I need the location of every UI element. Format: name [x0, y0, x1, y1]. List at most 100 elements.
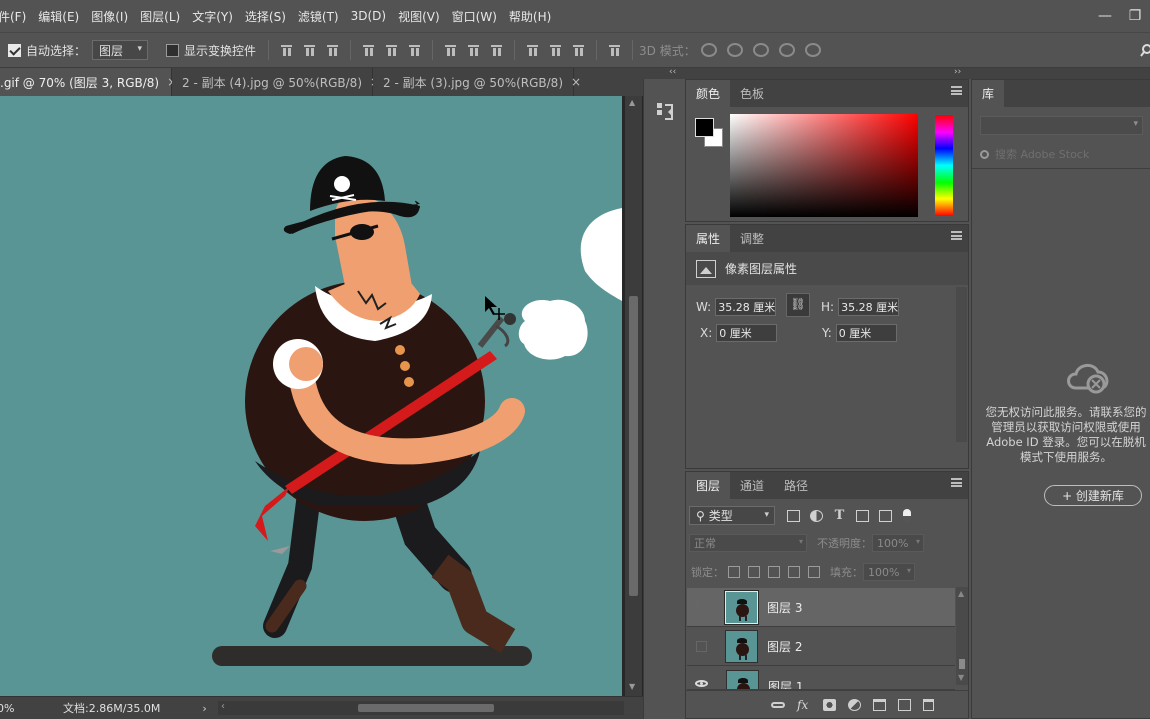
x-field[interactable]: 0 厘米 [716, 324, 778, 342]
document-canvas[interactable] [0, 96, 622, 696]
filter-toggle-icon[interactable] [903, 508, 911, 523]
menu-view[interactable]: 视图(V) [392, 8, 446, 25]
menu-file[interactable]: 件(F) [0, 8, 32, 25]
filter-adjustment-icon[interactable] [810, 509, 823, 522]
orbit-3d-icon[interactable] [700, 43, 717, 57]
minimize-button[interactable]: — [1090, 8, 1120, 24]
add-mask-icon[interactable] [823, 698, 836, 711]
doc-tab-active[interactable]: .gif @ 70% (图层 3, RGB/8) × [0, 68, 177, 96]
distribute-left-icon[interactable] [526, 44, 539, 57]
align-left-icon[interactable] [362, 44, 375, 57]
tab-paths[interactable]: 路径 [774, 472, 818, 499]
tab-channels[interactable]: 通道 [730, 472, 774, 499]
pan-3d-icon[interactable] [752, 43, 769, 57]
layer-name[interactable]: 图层 2 [767, 638, 802, 655]
slide-3d-icon[interactable] [778, 43, 795, 57]
horizontal-scrollbar[interactable]: ‹ [218, 701, 624, 715]
filter-smart-object-icon[interactable] [879, 509, 892, 522]
library-dropdown[interactable]: ▾ [980, 116, 1143, 135]
tab-layers[interactable]: 图层 [686, 472, 731, 499]
menu-edit[interactable]: 编辑(E) [32, 8, 85, 25]
tab-swatches[interactable]: 色板 [730, 80, 774, 107]
layer-name[interactable]: 图层 3 [767, 599, 802, 616]
doc-tab[interactable]: 2 - 副本 (4).jpg @ 50%(RGB/8) × [172, 68, 380, 96]
height-field[interactable]: 35.28 厘米 [838, 298, 900, 316]
tab-properties[interactable]: 属性 [686, 225, 731, 252]
foreground-color-swatch[interactable] [695, 118, 714, 137]
blend-mode-dropdown[interactable]: 正常 ▾ [689, 534, 807, 552]
filter-shape-icon[interactable] [856, 509, 869, 522]
lock-artboard-icon[interactable] [788, 566, 800, 578]
menu-filter[interactable]: 滤镜(T) [292, 8, 345, 25]
scroll-up-icon[interactable]: ▲ [629, 98, 635, 107]
width-field[interactable]: 35.28 厘米 [715, 298, 777, 316]
scroll-left-icon[interactable]: ‹ [221, 701, 225, 712]
lock-transparent-icon[interactable] [728, 566, 740, 578]
opacity-field[interactable]: 100% ▾ [872, 534, 924, 552]
create-library-button[interactable]: + 创建新库 [1044, 485, 1142, 506]
show-transform-checkbox[interactable] [166, 43, 180, 57]
adjustment-layer-icon[interactable] [848, 698, 861, 711]
filter-type-icon[interactable]: T [833, 509, 846, 522]
layer-filter-dropdown[interactable]: ⚲ 类型 ▾ [689, 506, 775, 525]
search-icon[interactable] [1140, 43, 1150, 57]
menu-image[interactable]: 图像(I) [85, 8, 134, 25]
distribute-vcenter-icon[interactable] [467, 44, 480, 57]
distribute-top-icon[interactable] [444, 44, 457, 57]
y-field[interactable]: 0 厘米 [835, 324, 897, 342]
distribute-hcenter-icon[interactable] [549, 44, 562, 57]
menu-3d[interactable]: 3D(D) [345, 9, 392, 23]
visibility-toggle[interactable] [696, 601, 707, 613]
visibility-toggle[interactable] [694, 676, 708, 689]
tab-library[interactable]: 库 [972, 80, 1005, 107]
fill-field[interactable]: 100% ▾ [863, 563, 915, 581]
scale-3d-icon[interactable] [804, 43, 821, 57]
auto-select-target-dropdown[interactable]: 图层 ▾ [92, 40, 149, 60]
panel-menu-icon[interactable] [951, 478, 962, 487]
distribute-right-icon[interactable] [572, 44, 585, 57]
layer-name[interactable]: 图层 1 [768, 678, 803, 689]
vertical-scrollbar[interactable]: ▲ ▼ [625, 96, 642, 696]
menu-select[interactable]: 选择(S) [239, 8, 292, 25]
align-bottom-icon[interactable] [326, 44, 339, 57]
scroll-up-icon[interactable]: ▲ [958, 589, 964, 598]
layer-row-layer2[interactable]: 图层 2 [687, 627, 955, 666]
properties-scrollbar[interactable] [956, 287, 967, 442]
zoom-level[interactable]: 0% [0, 702, 27, 715]
color-picker-field[interactable] [730, 114, 918, 217]
menu-help[interactable]: 帮助(H) [503, 8, 557, 25]
doc-tab[interactable]: 2 - 副本 (3).jpg @ 50%(RGB/8) × [373, 68, 581, 96]
folder-icon[interactable] [873, 698, 886, 711]
auto-select-checkbox[interactable] [8, 43, 21, 57]
scroll-thumb[interactable] [629, 296, 638, 596]
panel-menu-icon[interactable] [951, 231, 962, 240]
panel-menu-icon[interactable] [951, 86, 962, 95]
lock-image-icon[interactable] [748, 566, 760, 578]
scroll-down-icon[interactable]: ▼ [629, 682, 635, 691]
roll-3d-icon[interactable] [726, 43, 743, 57]
expand-right-icon[interactable]: ›› [954, 67, 961, 77]
collapse-left-icon[interactable]: ‹‹ [669, 67, 676, 77]
trash-icon[interactable] [923, 698, 934, 711]
distribute-bottom-icon[interactable] [490, 44, 503, 57]
auto-align-icon[interactable] [608, 44, 621, 57]
lock-all-icon[interactable] [808, 566, 820, 578]
close-icon[interactable]: × [571, 75, 581, 89]
restore-button[interactable]: ❐ [1120, 8, 1150, 24]
align-right-icon[interactable] [408, 44, 421, 57]
link-dimensions-button[interactable]: ⛓ [786, 293, 810, 317]
scroll-thumb[interactable] [959, 659, 965, 669]
align-vcenter-icon[interactable] [303, 44, 316, 57]
tab-adjustments[interactable]: 调整 [730, 225, 774, 252]
menu-window[interactable]: 窗口(W) [446, 8, 503, 25]
lock-position-icon[interactable] [768, 566, 780, 578]
scroll-thumb[interactable] [358, 704, 494, 712]
fx-icon[interactable]: fx [797, 699, 811, 711]
layer-row-layer3[interactable]: 图层 3 [687, 588, 955, 627]
filter-pixel-icon[interactable] [787, 509, 800, 522]
layers-scrollbar[interactable]: ▲ ▼ [956, 587, 968, 685]
history-icon[interactable] [656, 101, 676, 123]
tab-color[interactable]: 颜色 [686, 80, 731, 107]
hue-slider[interactable] [934, 114, 954, 217]
layer-row-layer1[interactable]: 图层 1 [687, 666, 955, 690]
